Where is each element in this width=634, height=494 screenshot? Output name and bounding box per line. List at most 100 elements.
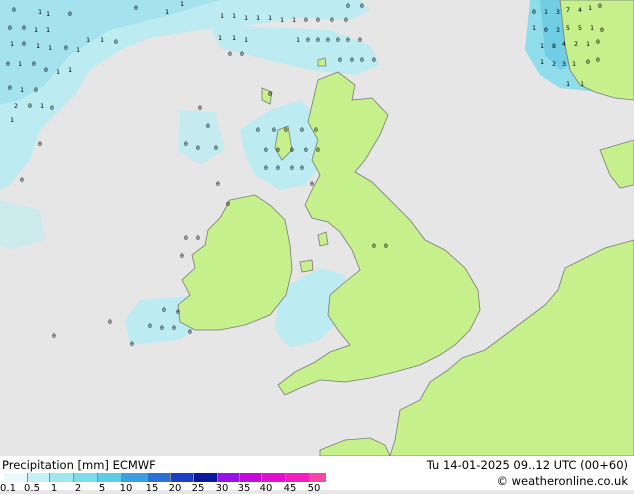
precip-value-label: 1	[540, 58, 544, 66]
precip-value-label: 0	[32, 60, 36, 68]
legend-tick-label: 15	[145, 483, 159, 494]
precip-value-label: 8	[552, 42, 556, 50]
precip-value-label: 1	[540, 42, 544, 50]
precip-value-label: 0	[310, 180, 314, 188]
precip-value-label: 0	[162, 306, 166, 314]
precip-value-label: 1	[10, 116, 14, 124]
precip-value-label: 0	[206, 122, 210, 130]
precip-value-label: 1	[18, 60, 22, 68]
precip-value-label: 0	[268, 90, 272, 98]
precipitation-map: 0 1 1 00 0 1 11 0 1 1 0 11 1 00 1 00 1 10 1 02 0 1 01000 111 1 1 1…	[0, 0, 634, 456]
precip-value-label: 1	[34, 26, 38, 34]
precip-value-label: 0	[184, 234, 188, 242]
precip-value-label: 0	[264, 146, 268, 154]
precip-value-label: 1	[296, 36, 300, 44]
legend-tick-label: 25	[191, 483, 205, 494]
precip-value-label: 0	[344, 16, 348, 24]
precip-value-label: 0	[338, 56, 342, 64]
legend-swatch	[4, 473, 28, 482]
precip-value-label: 1	[280, 16, 284, 24]
legend-swatch	[74, 473, 98, 482]
legend-tick-label: 0.5	[24, 483, 40, 494]
precip-value-label: 0	[330, 16, 334, 24]
precip-value-label: 0	[284, 126, 288, 134]
precip-value-label: 0	[276, 164, 280, 172]
precip-value-label: 3	[556, 8, 560, 16]
legend-swatch	[28, 473, 50, 482]
precip-value-label: 0	[264, 164, 268, 172]
valid-time: Tu 14-01-2025 09..12 UTC (00+60)	[426, 458, 628, 472]
precip-value-label: 0	[226, 200, 230, 208]
precip-value-label: 0	[316, 146, 320, 154]
precip-value-label: 0	[326, 36, 330, 44]
legend-tick-label: 20	[168, 483, 182, 494]
legend-title: Precipitation [mm] ECMWF	[2, 458, 156, 472]
precip-value-label: 0	[290, 146, 294, 154]
precip-value-label: 0	[20, 176, 24, 184]
precip-value-label: 1	[46, 26, 50, 34]
precip-value-label: 0	[304, 146, 308, 154]
precip-value-label: 0	[600, 26, 604, 34]
precip-value-label: 1	[244, 36, 248, 44]
precip-value-label: 7	[566, 6, 570, 14]
precip-value-label: 0	[290, 164, 294, 172]
precip-value-label: 1	[220, 12, 224, 20]
precip-value-label: 0	[346, 36, 350, 44]
precip-value-label: 0	[256, 126, 260, 134]
land-isle-of-man	[317, 231, 329, 247]
precip-value-label: 1	[180, 0, 184, 8]
precip-value-label: 1	[590, 24, 594, 32]
precip-value-label: 0	[148, 322, 152, 330]
legend-tick-label: 5	[98, 483, 106, 494]
legend-tick-label: 35	[237, 483, 251, 494]
precip-value-label: 0	[300, 164, 304, 172]
precip-value-label: 0	[34, 86, 38, 94]
precip-value-label: 1	[566, 80, 570, 88]
precip-value-label: 1	[572, 60, 576, 68]
precip-value-label: 0	[134, 4, 138, 12]
precip-value-label: 0	[22, 40, 26, 48]
precip-value-label: 2	[14, 102, 18, 110]
legend-swatch	[171, 473, 194, 482]
precip-value-label: 1	[36, 42, 40, 50]
precip-value-label: 1	[10, 40, 14, 48]
precip-value-label: 0	[196, 144, 200, 152]
precip-value-label: 5	[566, 24, 570, 32]
legend-swatch	[148, 473, 171, 482]
precip-value-label: 1	[218, 34, 222, 42]
precip-value-label: 0	[300, 126, 304, 134]
precip-value-label: 0	[214, 144, 218, 152]
precip-value-label: 1	[232, 12, 236, 20]
precip-value-label: 1	[586, 40, 590, 48]
precip-value-label: 0	[596, 38, 600, 46]
precip-value-label: 0	[586, 58, 590, 66]
precip-value-label: 1	[165, 8, 169, 16]
copyright[interactable]: © weatheronline.co.uk	[496, 474, 628, 488]
precip-value-label: 1	[268, 14, 272, 22]
precip-value-label: 0	[346, 2, 350, 10]
precip-value-label: 0	[240, 50, 244, 58]
legend-swatch	[240, 473, 262, 482]
legend-swatch	[262, 473, 286, 482]
precip-value-label: 1	[46, 10, 50, 18]
precip-value-label: 0	[160, 324, 164, 332]
precip-value-label: 0	[184, 140, 188, 148]
legend-swatch	[286, 473, 310, 482]
precip-value-label: 4	[562, 40, 566, 48]
precip-value-label: 0	[350, 56, 354, 64]
precip-value-label: 0	[276, 146, 280, 154]
legend-swatch	[310, 473, 326, 482]
land-anglesey	[299, 259, 314, 273]
precip-value-label: 0	[22, 24, 26, 32]
precip-value-label: 1	[40, 102, 44, 110]
legend-swatch	[98, 473, 122, 482]
legend-swatch	[50, 473, 74, 482]
precip-value-label: 0	[336, 36, 340, 44]
precip-value-label: 0	[188, 328, 192, 336]
precip-value-label: 0	[314, 126, 318, 134]
precip-value-label: 0	[8, 24, 12, 32]
precip-value-label: 0	[28, 102, 32, 110]
precip-value-label: 0	[172, 324, 176, 332]
precip-value-label: 1	[76, 46, 80, 54]
precip-value-label: 2	[574, 40, 578, 48]
